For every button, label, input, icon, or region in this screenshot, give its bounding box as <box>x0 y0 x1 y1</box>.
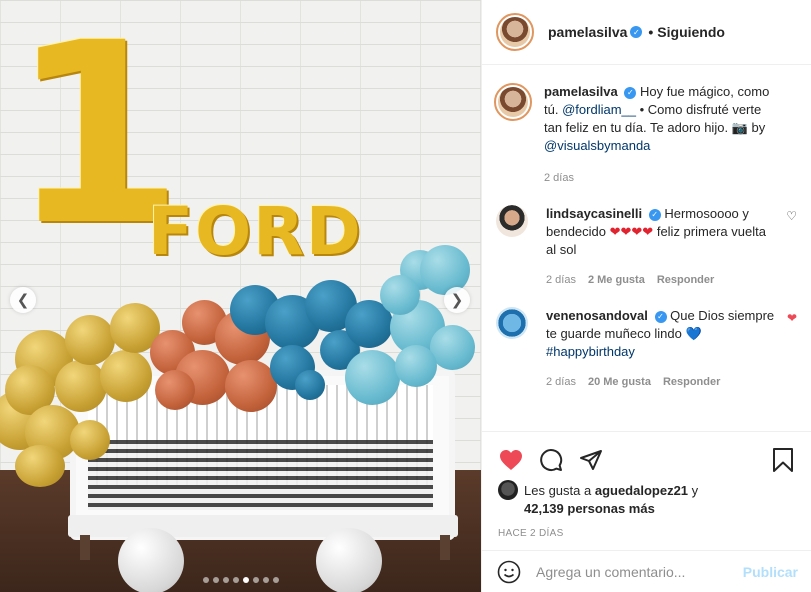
likes-prefix: Les gusta a <box>524 483 592 498</box>
previous-image-arrow-icon[interactable]: ❮ <box>10 287 36 313</box>
carousel-dot <box>222 577 229 583</box>
reply-button[interactable]: Responder <box>663 373 720 391</box>
avatar[interactable] <box>496 205 528 237</box>
following-button[interactable]: Siguiendo <box>657 24 725 40</box>
comment-username[interactable]: lindsaycasinelli <box>546 206 642 221</box>
post-timestamp[interactable]: HACE 2 DÍAS <box>498 528 796 539</box>
crib-leg <box>440 535 450 560</box>
liker-username[interactable]: aguedalopez21 <box>595 483 688 498</box>
share-paper-plane-icon[interactable] <box>578 447 604 473</box>
author-username[interactable]: pamelasilva <box>548 24 627 40</box>
verified-badge-icon: ✓ <box>630 26 643 38</box>
balloon-mustard <box>100 350 152 402</box>
post-actions: Les gusta a aguedalopez21 y 42,139 perso… <box>482 431 811 539</box>
comment-item: lindsaycasinelli ✓ Hermosoooo y bendecid… <box>496 205 797 289</box>
hashtag-link[interactable]: #happybirthday <box>546 344 635 359</box>
post-media[interactable]: 1 FORD ❮ ❯ <box>0 0 481 592</box>
balloon-mustard <box>70 420 110 460</box>
likes-suffix: y <box>691 483 699 498</box>
comment-time[interactable]: 2 días <box>546 373 576 391</box>
next-image-arrow-icon[interactable]: ❯ <box>444 287 470 313</box>
mention-link[interactable]: @fordliam__ <box>562 102 636 117</box>
post-sidebar: pamelasilva ✓ • Siguiendo pamelasilva ✓ … <box>481 0 811 592</box>
liker-avatar[interactable] <box>498 480 518 500</box>
reply-button[interactable]: Responder <box>657 271 714 289</box>
add-comment-bar: Publicar <box>482 550 811 592</box>
verified-badge-icon: ✓ <box>654 310 667 323</box>
comment-item: venenosandoval ✓ Que Dios siempre te gua… <box>496 307 797 391</box>
likes-summary: Les gusta a aguedalopez21 y 42,139 perso… <box>498 480 796 518</box>
action-bar <box>498 440 796 480</box>
balloon-aqua <box>345 350 400 405</box>
caption-time[interactable]: 2 días <box>544 169 574 187</box>
comment-liked-heart-icon[interactable]: ❤ <box>787 311 797 325</box>
striped-mattress <box>88 440 433 510</box>
comment-input[interactable] <box>536 563 743 580</box>
balloon-teal <box>295 370 325 400</box>
comments-section: pamelasilva ✓ Hoy fue mágico, como tú. @… <box>482 65 811 431</box>
caption-username[interactable]: pamelasilva <box>544 84 618 99</box>
avatar[interactable] <box>496 13 534 51</box>
carousel-indicator <box>0 577 481 583</box>
mention-link[interactable]: @visualsbymanda <box>544 138 650 153</box>
carousel-dot <box>262 577 269 583</box>
blue-heart-emoji: 💙 <box>685 326 702 341</box>
balloon-mustard <box>15 445 65 487</box>
crib-base <box>68 515 458 537</box>
comment-time[interactable]: 2 días <box>546 271 576 289</box>
carousel-dot <box>212 577 219 583</box>
carousel-dot <box>272 577 279 583</box>
verified-badge-icon: ✓ <box>624 86 637 99</box>
balloon-mustard <box>55 360 107 412</box>
heart-emoji: ❤❤❤❤ <box>609 224 654 239</box>
carousel-dot-active <box>242 577 249 583</box>
comment-username[interactable]: venenosandoval <box>546 308 648 323</box>
verified-badge-icon: ✓ <box>648 208 661 221</box>
carousel-dot <box>252 577 259 583</box>
save-bookmark-icon[interactable] <box>770 447 796 473</box>
balloon-rust <box>155 370 195 410</box>
publish-button[interactable]: Publicar <box>743 564 798 580</box>
like-heart-icon[interactable] <box>498 447 524 473</box>
comment-likes[interactable]: 2 Me gusta <box>588 271 645 289</box>
carousel-dot <box>232 577 239 583</box>
balloon-aqua <box>395 345 437 387</box>
caption: pamelasilva ✓ Hoy fue mágico, como tú. @… <box>494 83 797 187</box>
post-header: pamelasilva ✓ • Siguiendo <box>482 0 811 65</box>
likes-count[interactable]: 42,139 personas más <box>524 501 655 516</box>
separator: • <box>648 24 654 40</box>
comment-like-heart-icon[interactable]: ♡ <box>786 209 797 223</box>
instagram-post: 1 FORD ❮ ❯ pamelasilva ✓ • Siguiendo pam… <box>0 0 811 592</box>
avatar[interactable] <box>494 83 532 121</box>
emoji-smiley-icon[interactable] <box>496 559 522 585</box>
crib-leg <box>80 535 90 560</box>
comment-bubble-icon[interactable] <box>538 447 564 473</box>
gold-letter-balloons: FORD <box>148 193 363 270</box>
avatar[interactable] <box>496 307 528 339</box>
carousel-dot <box>202 577 209 583</box>
balloon-aqua <box>380 275 420 315</box>
comment-likes[interactable]: 20 Me gusta <box>588 373 651 391</box>
